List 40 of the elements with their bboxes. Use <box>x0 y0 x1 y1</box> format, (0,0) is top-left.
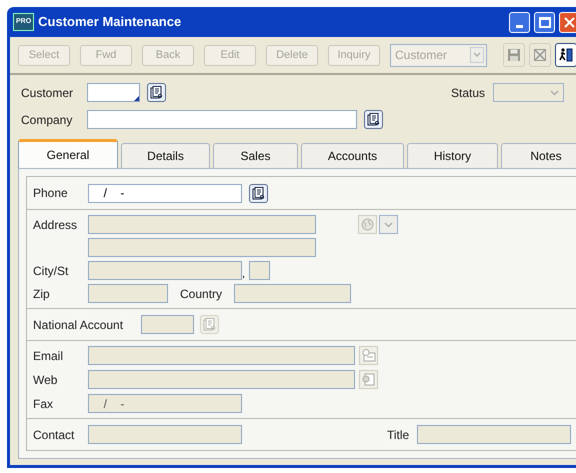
field-label: National Account <box>33 316 124 334</box>
tab[interactable]: Accounts <box>301 143 404 168</box>
minimize-button[interactable] <box>509 12 530 32</box>
separator: , <box>242 269 246 280</box>
tab[interactable]: Sales <box>213 143 298 168</box>
exit-icon[interactable] <box>555 43 576 67</box>
tab[interactable]: History <box>407 143 498 168</box>
lookup-icon[interactable] <box>147 83 166 102</box>
tab[interactable]: Notes <box>501 143 576 168</box>
field-label: Zip <box>33 286 51 302</box>
lookup-icon[interactable] <box>364 110 383 129</box>
field-label: Title <box>387 426 410 444</box>
field-label: Email <box>33 348 64 364</box>
phone-field[interactable]: / - <box>88 184 242 202</box>
close-icon <box>564 16 575 28</box>
chevron-icon[interactable] <box>379 215 398 234</box>
tab[interactable]: Details <box>121 143 210 168</box>
field-label: Web <box>33 372 58 388</box>
maximize-button[interactable] <box>534 12 555 32</box>
email-icon[interactable] <box>359 346 378 365</box>
save-icon[interactable] <box>503 43 525 67</box>
field-label: Country <box>180 286 224 302</box>
field-label: Fax <box>33 396 54 412</box>
web-icon[interactable] <box>359 370 378 389</box>
field-label: City/St <box>33 263 70 280</box>
customer-field[interactable] <box>87 83 140 102</box>
company-field[interactable] <box>87 110 357 129</box>
tab[interactable]: General <box>18 139 118 168</box>
field-label: Company <box>21 112 74 128</box>
field-label: Contact <box>33 426 76 444</box>
field-label: Status <box>451 84 486 102</box>
chevron-icon <box>550 90 559 96</box>
lookup-icon[interactable] <box>249 184 268 202</box>
globe-icon[interactable] <box>358 215 377 234</box>
close-button[interactable] <box>559 12 576 32</box>
chevron-icon <box>470 47 484 63</box>
field-label: Phone <box>33 185 69 202</box>
window-title: Customer Maintenance <box>38 13 182 32</box>
field-label: Customer <box>21 84 74 102</box>
field-label: Address <box>33 216 78 234</box>
